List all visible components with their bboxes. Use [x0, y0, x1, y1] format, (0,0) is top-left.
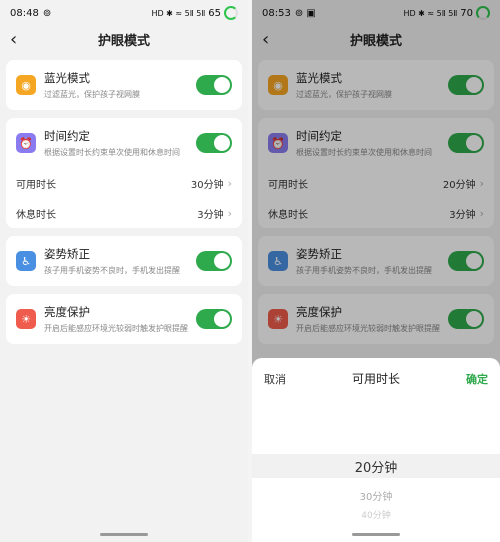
posture-icon: ♿ — [16, 251, 36, 271]
picker-option-selected[interactable]: 20分钟 — [252, 457, 500, 476]
cancel-button[interactable]: 取消 — [264, 371, 286, 387]
item-subtitle: 孩子用手机姿势不良时，手机发出提醒 — [44, 266, 180, 275]
home-indicator[interactable] — [352, 533, 400, 536]
item-subtitle: 根据设置时长约束单次使用和休息时间 — [44, 148, 180, 157]
item-title: 时间约定 — [44, 129, 90, 143]
item-subtitle: 过滤蓝光，保护孩子视网膜 — [44, 90, 140, 99]
brightness-icon: ☀ — [16, 309, 36, 329]
eye-icon: ◉ — [16, 75, 36, 95]
card-blue-light: ◉ 蓝光模式 过滤蓝光，保护孩子视网膜 — [6, 60, 242, 110]
item-title: 蓝光模式 — [44, 71, 90, 85]
page-title: 护眼模式 — [97, 33, 150, 49]
card-posture: ♿ 姿势矫正 孩子用手机姿势不良时，手机发出提醒 — [6, 236, 242, 286]
picker-title: 可用时长 — [351, 372, 400, 386]
duration-picker-sheet: 取消 可用时长 确定 20分钟 30分钟 40分钟 — [252, 358, 500, 542]
picker-option[interactable]: 40分钟 — [252, 508, 500, 521]
available-duration-label: 可用时长 — [16, 179, 56, 191]
duration-wheel[interactable]: 20分钟 30分钟 40分钟 — [252, 454, 500, 540]
screen-eye-mode-picker: 08:53 ⊚ ▣ HD ✱ ≈ 5Ⅱ 5Ⅱ 70 ‹ 护眼模式 ◉ 蓝光模式 … — [252, 0, 500, 542]
battery-ring-icon — [224, 6, 238, 20]
screen-eye-mode-list: 08:48 ⊚ HD ✱ ≈ 5Ⅱ 5Ⅱ 65 ‹ 护眼模式 ◉ 蓝光模式 过滤… — [0, 0, 248, 542]
rest-duration-row[interactable]: 休息时长 3分钟 › — [6, 198, 242, 228]
available-duration-row[interactable]: 可用时长 30分钟 › — [6, 168, 242, 198]
rest-duration-label: 休息时长 — [16, 209, 56, 221]
confirm-button[interactable]: 确定 — [466, 371, 488, 387]
status-bar: 08:48 ⊚ HD ✱ ≈ 5Ⅱ 5Ⅱ 65 — [0, 0, 248, 26]
blue-light-toggle[interactable] — [196, 75, 232, 95]
home-indicator[interactable] — [100, 533, 148, 536]
picker-option[interactable]: 30分钟 — [252, 488, 500, 503]
back-icon[interactable]: ‹ — [10, 29, 17, 50]
chevron-right-icon: › — [227, 176, 232, 190]
alarm-clock-icon: ⏰ — [16, 133, 36, 153]
item-title: 亮度保护 — [44, 305, 90, 319]
item-title: 姿势矫正 — [44, 247, 90, 261]
network-icons: HD ✱ ≈ 5Ⅱ 5Ⅱ — [151, 8, 206, 18]
card-time-agreement: ⏰ 时间约定 根据设置时长约束单次使用和休息时间 可用时长 30分钟 › 休息时… — [6, 118, 242, 228]
card-brightness: ☀ 亮度保护 开启后能感应环境光较弱时触发护眼提醒 — [6, 294, 242, 344]
available-duration-value: 30分钟 — [190, 179, 224, 191]
nav-bar: ‹ 护眼模式 — [0, 26, 248, 52]
status-extra: ⊚ — [42, 7, 52, 19]
time-agreement-toggle[interactable] — [196, 133, 232, 153]
chevron-right-icon: › — [227, 206, 232, 220]
brightness-toggle[interactable] — [196, 309, 232, 329]
item-subtitle: 开启后能感应环境光较弱时触发护眼提醒 — [44, 324, 188, 333]
posture-toggle[interactable] — [196, 251, 232, 271]
battery-level: 65 — [208, 7, 221, 19]
status-time: 08:48 — [10, 7, 39, 19]
rest-duration-value: 3分钟 — [197, 209, 224, 221]
